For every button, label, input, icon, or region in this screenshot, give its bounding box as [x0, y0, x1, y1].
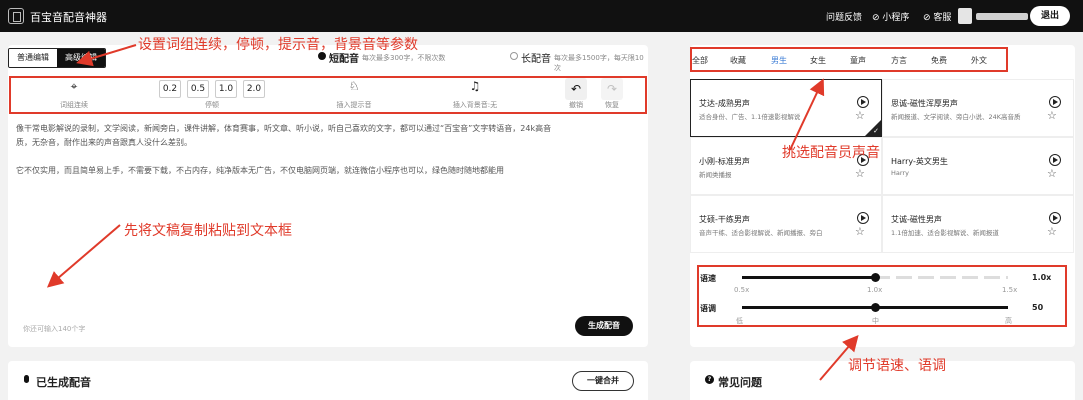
annotation-box-tabs [690, 47, 1008, 72]
question-icon: ? [705, 375, 714, 384]
char-count: 你还可输入140个字 [23, 325, 86, 333]
star-icon[interactable]: ☆ [855, 168, 865, 180]
voice-name: 艾达-成熟男声 [699, 99, 750, 108]
voice-card[interactable]: 艾达-成熟男声 适合身份、广告、1.1倍速影视解说 ☆ ✓ [690, 79, 882, 137]
script-line [16, 150, 640, 164]
generated-title: 已生成配音 [36, 376, 91, 389]
voice-card[interactable]: 艾诚-磁性男声 1.1倍加速、适合影视解说、新闻报道 ☆ [882, 195, 1074, 253]
edit-mode-tabs: 普通编辑 高级编辑 [8, 48, 106, 68]
logout-button[interactable]: 退出 [1030, 6, 1070, 26]
customer-service-link[interactable]: ⊘ 客服 [923, 10, 951, 23]
annotation-params: 设置词组连续，停顿，提示音，背景音等参数 [138, 37, 418, 53]
star-icon[interactable]: ☆ [855, 226, 865, 238]
long-dub-sub: 每次最多1500字，每天限10次 [554, 54, 644, 72]
voice-name: 小刚-标准男声 [699, 157, 750, 166]
avatar[interactable] [958, 8, 972, 24]
voice-desc: Harry [891, 169, 909, 177]
voice-name: 艾硕-干练男声 [699, 215, 750, 224]
feedback-link[interactable]: 问题反馈 [826, 10, 862, 23]
long-dub-label[interactable]: 长配音 [521, 50, 551, 65]
annotation-box-sliders [697, 265, 1067, 327]
mini-program-link[interactable]: ⊘ 小程序 [872, 10, 909, 23]
star-icon[interactable]: ☆ [1047, 226, 1057, 238]
voice-desc: 1.1倍加速、适合影视解说、新闻报道 [891, 229, 999, 237]
script-line: 质，无杂音，耐作出来的声音跟真人没什么差别。 [16, 138, 192, 147]
check-icon: ✓ [873, 127, 879, 135]
play-icon[interactable] [1049, 212, 1061, 224]
annotation-paste: 先将文稿复制粘贴到文本框 [124, 223, 292, 239]
voice-name: Harry-英文男生 [891, 157, 948, 166]
tab-advanced-edit[interactable]: 高级编辑 [57, 49, 105, 67]
annotation-box-toolbar [9, 76, 647, 114]
script-line: 它不仅实用，而且简单易上手，不需要下载，不占内存，纯净版本无广告，不仅电脑网页端… [16, 166, 504, 175]
play-icon[interactable] [1049, 96, 1061, 108]
annotation-adjust: 调节语速、语调 [848, 358, 946, 374]
voice-desc: 音声干练、适合影视解说、新闻播报、旁白 [699, 229, 823, 237]
play-icon[interactable] [1049, 154, 1061, 166]
mini-program-label: 小程序 [882, 13, 910, 23]
annotation-pick-voice: 挑选配音员声音 [782, 145, 880, 161]
generate-dub-button[interactable]: 生成配音 [575, 316, 633, 336]
top-bar: 百宝音配音神器 问题反馈 ⊘ 小程序 ⊘ 客服 退出 [0, 0, 1083, 32]
short-dub-sub: 每次最多300字，不限次数 [362, 54, 446, 62]
star-icon[interactable]: ☆ [855, 110, 865, 122]
play-icon[interactable] [857, 96, 869, 108]
app-logo-icon [8, 8, 24, 24]
voice-card[interactable]: 思诚-磁性浑厚男声 新闻报道、文学阅读、旁白小说、24K高音质 ☆ [882, 79, 1074, 137]
customer-service-label: 客服 [933, 13, 952, 23]
long-dub-radio[interactable] [510, 52, 518, 60]
voice-name: 思诚-磁性浑厚男声 [891, 99, 958, 108]
merge-button[interactable]: 一键合并 [572, 371, 634, 391]
voice-desc: 新闻报道、文学阅读、旁白小说、24K高音质 [891, 113, 1021, 121]
voice-name: 艾诚-磁性男声 [891, 215, 942, 224]
script-line: 像干常电影解说的录制，文学阅读，新闻旁白，课件讲解，体育赛事，听文章、听小说，听… [16, 124, 552, 133]
star-icon[interactable]: ☆ [1047, 110, 1057, 122]
mic-icon [24, 375, 29, 383]
voice-desc: 新闻类播报 [699, 171, 732, 179]
generated-panel: 已生成配音 一键合并 [8, 361, 648, 400]
user-name-blurred [976, 13, 1028, 20]
voice-grid: 艾达-成熟男声 适合身份、广告、1.1倍速影视解说 ☆ ✓ 思诚-磁性浑厚男声 … [690, 79, 1075, 283]
voice-card[interactable]: Harry-英文男生 Harry ☆ [882, 137, 1074, 195]
star-icon[interactable]: ☆ [1047, 168, 1057, 180]
voice-desc: 适合身份、广告、1.1倍速影视解说 [699, 113, 801, 121]
voice-card[interactable]: 艾硕-干练男声 音声干练、适合影视解说、新闻播报、旁白 ☆ [690, 195, 882, 253]
app-title: 百宝音配音神器 [30, 11, 107, 24]
faq-title: 常见问题 [718, 376, 762, 389]
script-textarea[interactable]: 像干常电影解说的录制，文学阅读，新闻旁白，课件讲解，体育赛事，听文章、听小说，听… [16, 122, 640, 178]
play-icon[interactable] [857, 212, 869, 224]
tab-normal-edit[interactable]: 普通编辑 [9, 49, 57, 67]
